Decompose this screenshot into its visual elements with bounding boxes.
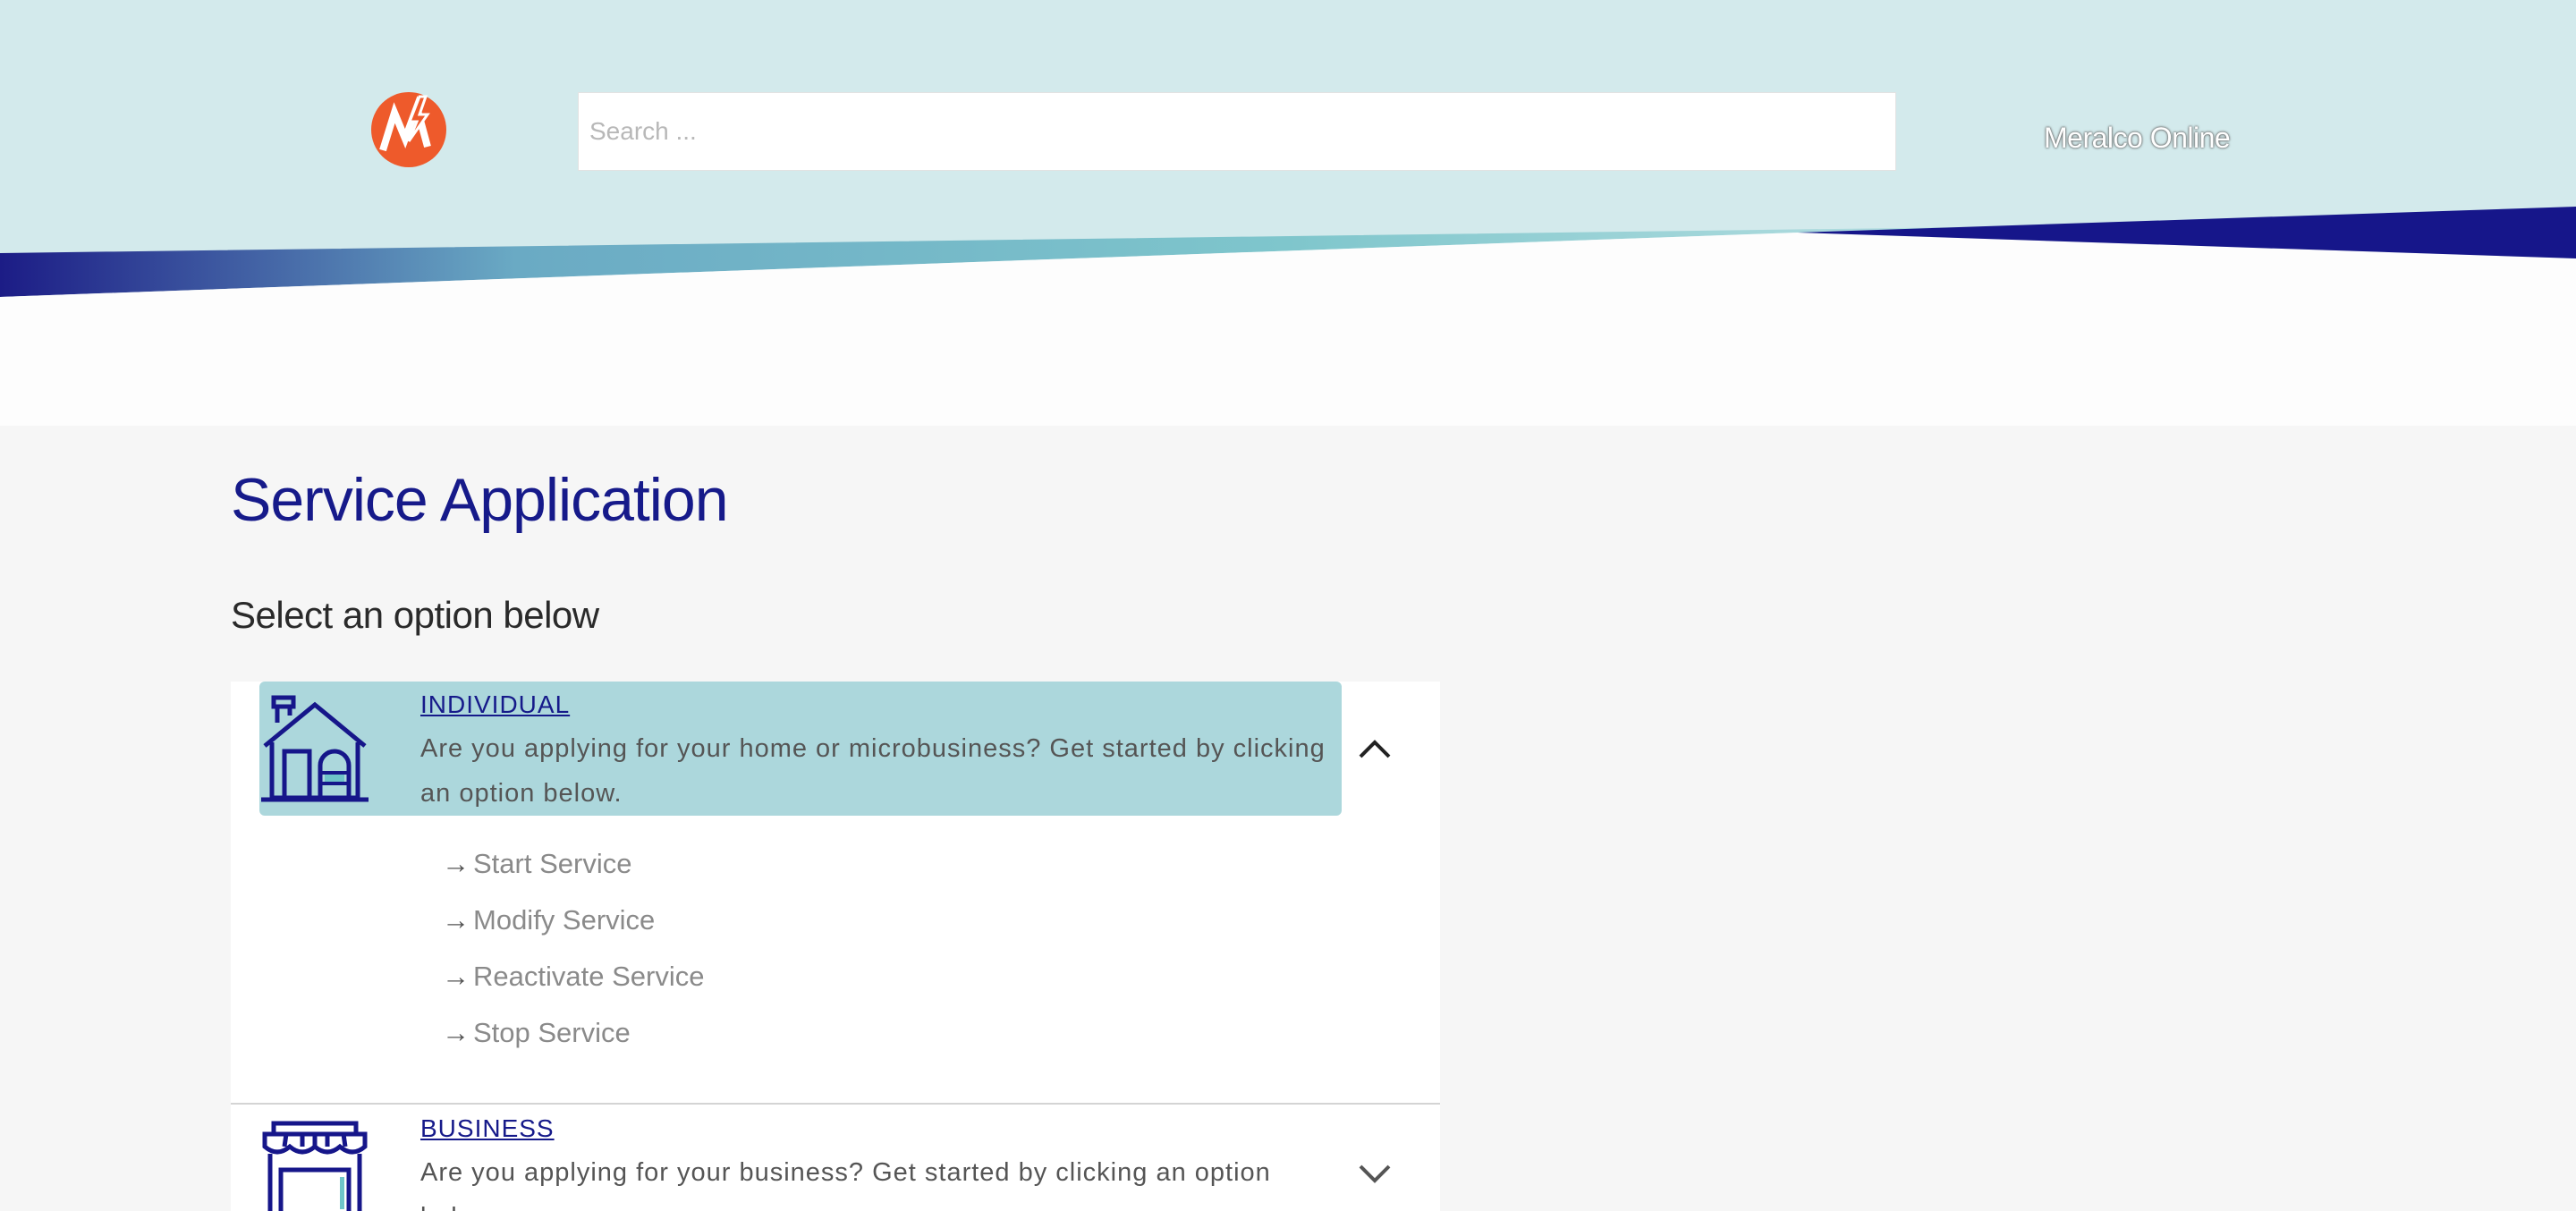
category-description-business[interactable]: Are you applying for your business? Get … bbox=[420, 1150, 1351, 1211]
meralco-logo[interactable] bbox=[369, 89, 449, 170]
chevron-down-icon[interactable] bbox=[1355, 1161, 1394, 1184]
link-label: Stop Service bbox=[473, 1017, 631, 1048]
modify-service-link[interactable]: → Modify Service bbox=[442, 892, 704, 948]
stop-service-link[interactable]: → Stop Service bbox=[442, 1004, 704, 1061]
arrow-right-icon: → bbox=[442, 848, 470, 879]
meralco-online-link[interactable]: Meralco Online bbox=[2044, 122, 2231, 155]
chevron-up-icon[interactable] bbox=[1355, 737, 1394, 760]
site-header: Meralco Online bbox=[0, 0, 2576, 426]
start-service-link[interactable]: → Start Service bbox=[442, 835, 704, 892]
individual-options-list: → Start Service → Modify Service → Reactiva… bbox=[442, 835, 704, 1061]
service-accordion: INDIVIDUAL Are you applying for your hom… bbox=[231, 682, 1440, 1211]
category-title-business[interactable]: BUSINESS bbox=[420, 1114, 555, 1143]
arrow-right-icon: → bbox=[442, 1017, 470, 1048]
house-icon bbox=[261, 695, 369, 802]
link-label: Reactivate Service bbox=[473, 961, 705, 992]
reactivate-service-link[interactable]: → Reactivate Service bbox=[442, 948, 704, 1004]
link-label: Modify Service bbox=[473, 904, 656, 936]
category-description-individual[interactable]: Are you applying for your home or microb… bbox=[420, 726, 1351, 816]
storefront-icon bbox=[262, 1121, 368, 1211]
page-subtitle: Select an option below bbox=[231, 594, 599, 636]
search-input[interactable] bbox=[578, 92, 1896, 171]
category-title-individual[interactable]: INDIVIDUAL bbox=[420, 690, 570, 719]
arrow-right-icon: → bbox=[442, 961, 470, 992]
arrow-right-icon: → bbox=[442, 904, 470, 936]
accordion-divider bbox=[231, 1103, 1440, 1105]
header-wave bbox=[0, 201, 2576, 300]
page-title: Service Application bbox=[231, 466, 729, 534]
link-label: Start Service bbox=[473, 848, 632, 879]
